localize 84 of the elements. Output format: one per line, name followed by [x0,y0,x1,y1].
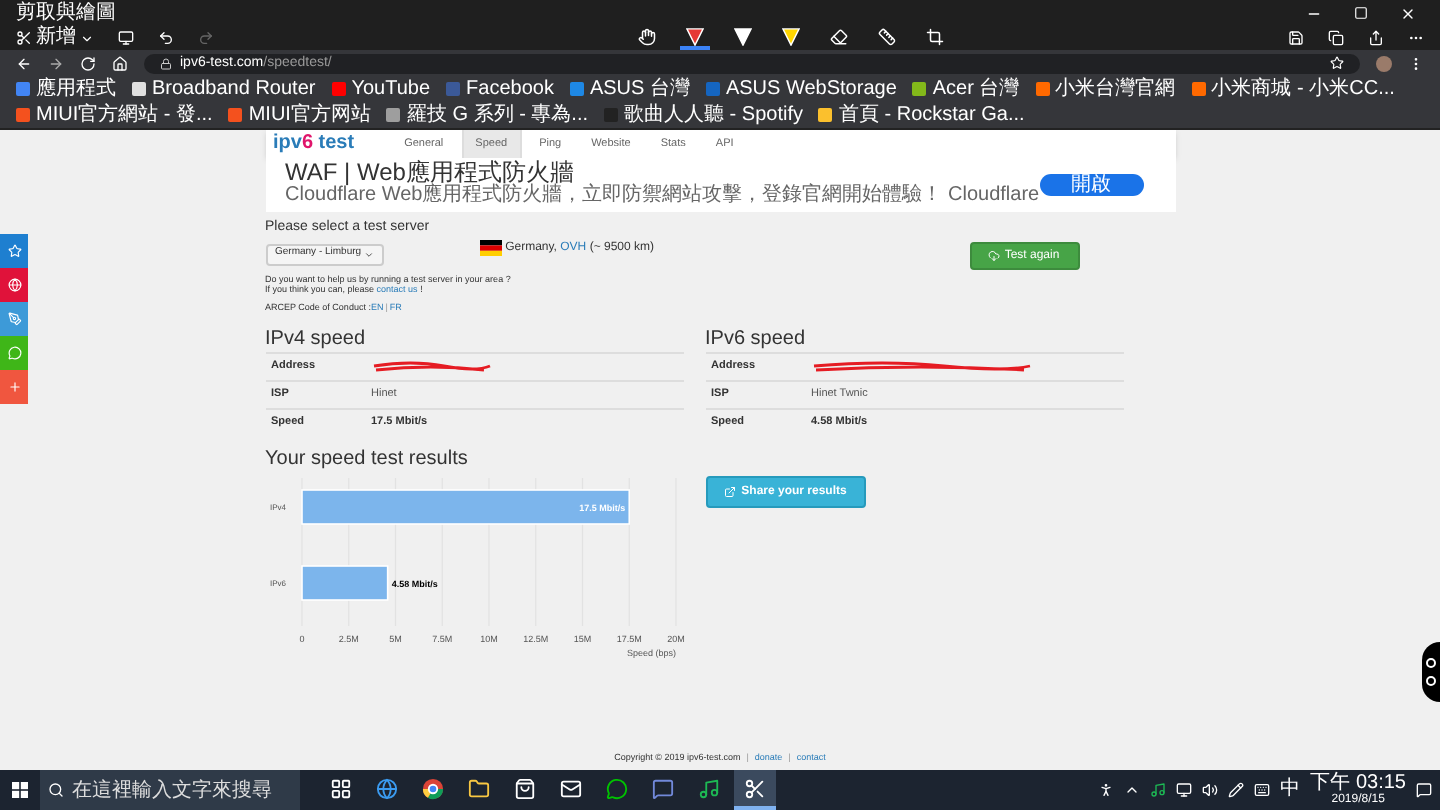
copy-icon[interactable] [1328,30,1344,46]
star-icon [7,244,21,258]
close-icon[interactable] [1400,5,1416,21]
save-icon[interactable] [1288,30,1304,46]
ruler-icon [878,27,896,45]
share-icon[interactable] [1368,30,1384,46]
scissors-icon [744,777,766,799]
floating-widget[interactable] [1422,642,1440,702]
bookmark-item[interactable]: 首頁 - Rockstar Ga... [810,102,1033,128]
open-button[interactable]: 開啟 [1039,174,1143,196]
share-icon [723,486,736,498]
bookmark-item[interactable]: 歌曲人人聽 - Spotify [596,102,811,128]
bookmark-star-icon[interactable] [1330,56,1344,70]
bookmark-item[interactable]: ASUS WebStorage [697,76,905,102]
music-icon[interactable] [1150,782,1167,798]
caret-icon [80,31,94,45]
share-button[interactable] [0,234,28,268]
plus-icon [7,380,21,394]
eraser-icon [830,27,848,45]
maximize-icon[interactable] [1354,5,1368,19]
redaction-scribble [371,360,491,374]
music-icon [698,777,720,799]
forward-icon[interactable] [48,55,64,71]
notification-icon[interactable] [1416,782,1432,798]
globe-icon [376,777,398,799]
bookmark-item[interactable]: MIUI官方网站 [220,102,379,128]
person-icon[interactable] [1098,782,1115,798]
ad-title: WAF | Web應用程式防火牆 [285,160,576,185]
chat-bubble-icon [606,777,628,799]
taskbar-app[interactable] [734,770,776,810]
bookmark-item[interactable]: Facebook [438,76,562,102]
network-icon[interactable] [1176,782,1193,798]
taskbar-search-field[interactable]: 在這裡輸入文字來搜尋 [40,770,300,810]
site-logo[interactable]: ipv6 test [273,134,355,154]
mail-icon [560,777,582,799]
drawing-tool[interactable] [776,27,806,49]
touch-writing-icon [638,27,656,45]
home-icon[interactable] [112,55,128,71]
window-title: 剪取與繪圖 [16,3,116,23]
bookmark-item[interactable]: 小米商城 - 小米CC... [1183,76,1403,102]
volume-icon[interactable] [1202,782,1219,798]
pen-icon [7,312,21,326]
bookmark-item[interactable]: YouTube [323,76,439,102]
chat-bubble-icon [7,346,21,360]
search-icon [48,782,64,798]
section-title: IPv6 speed [705,327,808,352]
windows-logo-icon [12,782,28,798]
section-title: Your speed test results [265,448,470,473]
profile-avatar[interactable] [1376,55,1392,71]
task-view-icon [330,777,352,799]
ime-indicator[interactable]: 中 [1280,780,1301,800]
bookmark-item[interactable]: 應用程式 [8,76,124,102]
scissors-icon [16,30,32,46]
pen-icon[interactable] [1228,782,1245,798]
tray-expand-icon[interactable] [1124,782,1141,798]
ad-text: Cloudflare Web應用程式防火牆，立即防禦網站攻擊，登錄官網開始體驗！ Cloudflare [285,184,1040,210]
snip-mode-icon[interactable] [118,30,134,46]
cloud-download-icon [988,250,1001,262]
bookmark-item[interactable]: Broadband Router [124,76,324,102]
chrome-icon [422,777,444,799]
german-flag-icon [479,240,502,256]
chat-icon [652,777,674,799]
bookmark-item[interactable]: ASUS 台灣 [561,76,698,102]
bookmark-item[interactable]: 小米台灣官網 [1027,76,1184,102]
speed-bar [300,564,388,600]
bookmark-item[interactable]: Acer 台灣 [904,76,1028,102]
bookmark-item[interactable]: 羅技 G 系列 - 專為... [378,102,597,128]
keyboard-icon[interactable] [1254,782,1271,798]
clock-time[interactable]: 下午 03:15 [1310,774,1406,794]
undo-icon[interactable] [158,30,174,46]
drawing-tool[interactable] [728,27,758,49]
bookmark-item[interactable]: MIUI官方網站 - 發... [8,102,221,128]
share-button[interactable] [0,302,28,336]
crop-icon [926,27,944,45]
reload-icon[interactable] [80,55,96,71]
shopping-bag-icon [514,777,536,799]
redo-icon[interactable] [198,30,214,46]
share-button[interactable] [0,268,28,302]
caret-icon [363,249,374,259]
lock-icon [160,57,172,69]
section-title: IPv4 speed [265,327,368,352]
new-button[interactable]: 新增 [16,28,94,48]
back-icon[interactable] [16,55,32,71]
folder-icon [468,777,490,799]
